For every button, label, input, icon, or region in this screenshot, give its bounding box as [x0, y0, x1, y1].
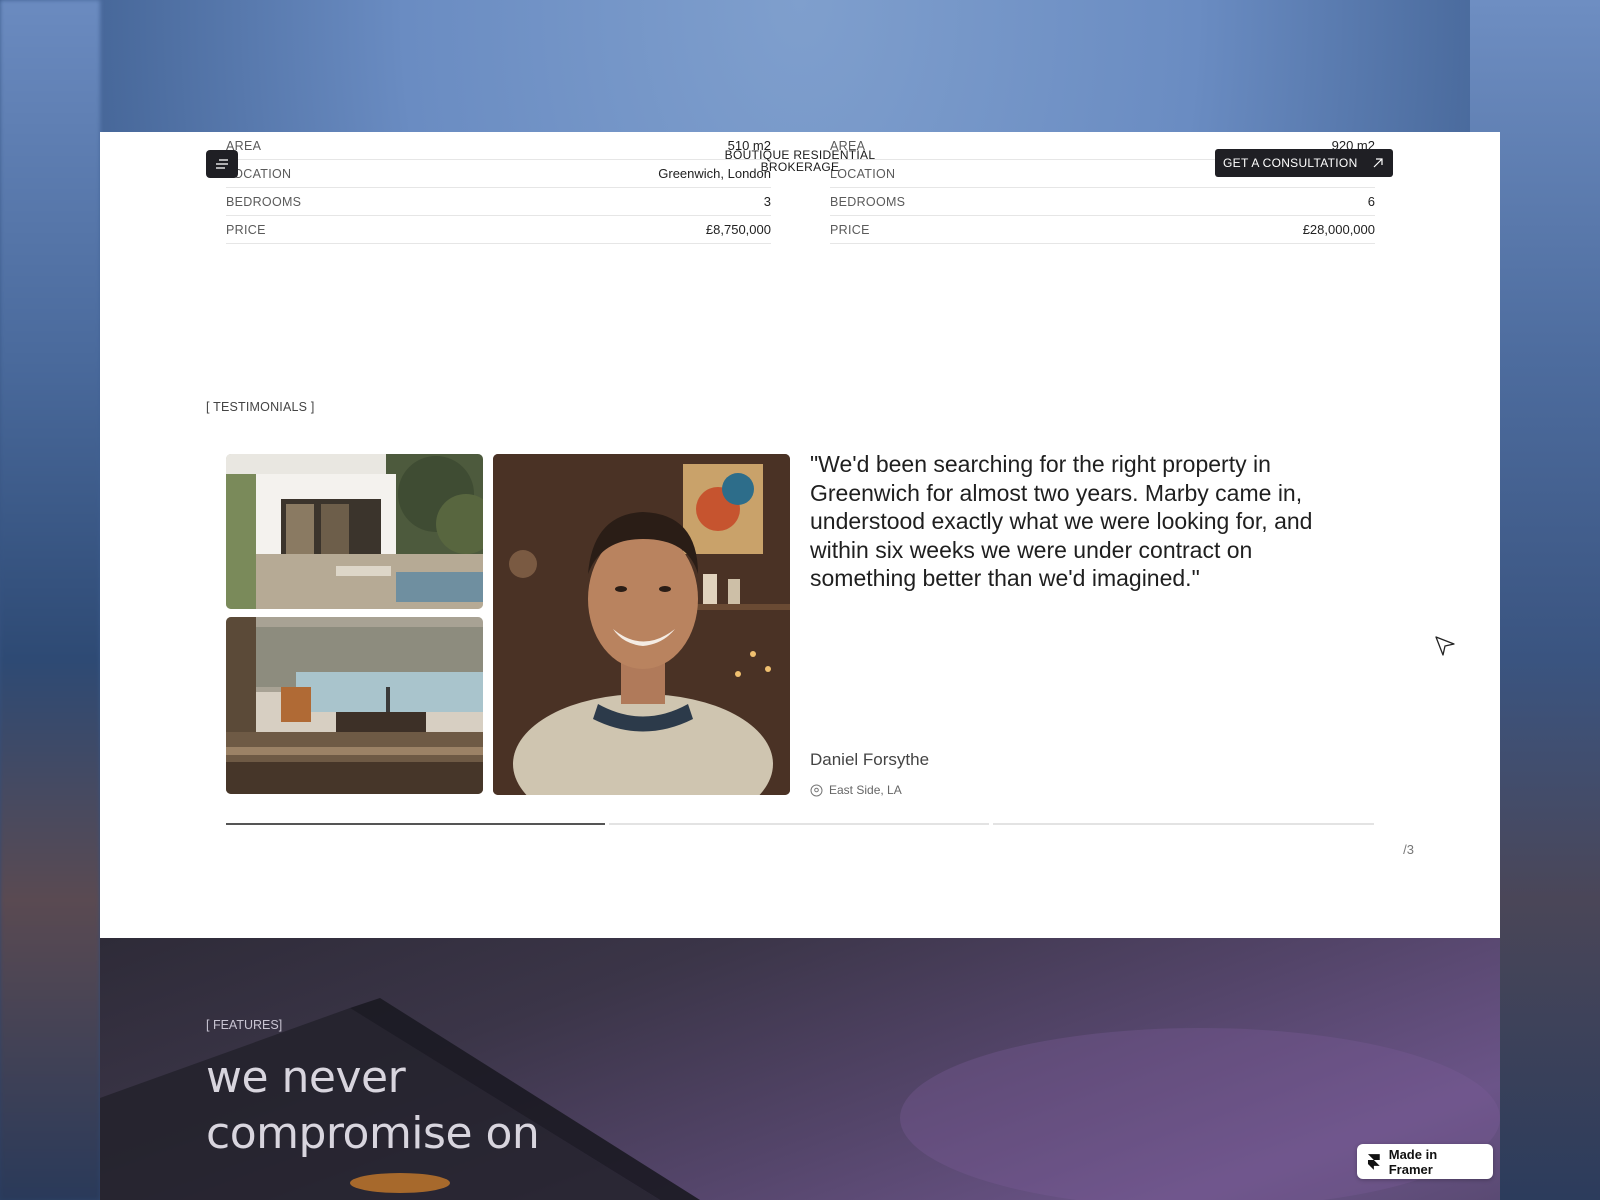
spec-value: £8,750,000 [705, 222, 771, 237]
spec-value: £28,000,000 [1302, 222, 1375, 237]
made-in-framer-badge[interactable]: Made in Framer [1357, 1144, 1493, 1179]
features-heading-line-1: we never [206, 1052, 406, 1103]
spec-key: BEDROOMS [830, 194, 906, 209]
testimonial-quote: "We'd been searching for the right prope… [810, 451, 1313, 591]
features-section: [ FEATURES] we never compromise on [100, 938, 1500, 1200]
features-heading-line-2: compromise on [206, 1108, 540, 1159]
mouse-cursor-icon [1435, 636, 1455, 656]
background-left [0, 0, 100, 1200]
spec-row-price: PRICE £8,750,000 [226, 216, 771, 244]
brand-logo[interactable]: BOUTIQUE RESIDENTIAL BROKERAGE [690, 149, 910, 173]
features-tag: [ FEATURES] [206, 1018, 283, 1032]
spec-row-bedrooms: BEDROOMS 6 [830, 188, 1375, 216]
testimonial-location: East Side, LA [810, 783, 902, 797]
browser-page: AREA 510 m2 LOCATION Greenwich, London B… [100, 132, 1500, 1200]
property-photo-exterior [226, 454, 483, 609]
spec-key: PRICE [830, 222, 870, 237]
spec-key: PRICE [226, 222, 266, 237]
badge-label: Made in Framer [1388, 1146, 1438, 1177]
spec-row-bedrooms: BEDROOMS 3 [226, 188, 771, 216]
slide-pager: /3 [1403, 842, 1414, 857]
location-text: East Side, LA [829, 783, 902, 797]
house-exterior-image [226, 454, 483, 609]
features-heading: we never compromise on [206, 1050, 540, 1162]
brand-line-2: BROKERAGE [760, 160, 840, 174]
property-photo-interior [226, 617, 483, 794]
testimonial-author: Daniel Forsythe [810, 750, 930, 769]
get-consultation-button[interactable]: GET A CONSULTATION [1215, 149, 1393, 177]
arrow-up-right-icon [1373, 158, 1383, 168]
menu-button[interactable] [206, 150, 238, 178]
client-portrait [493, 454, 790, 795]
slide-progress-3[interactable] [993, 823, 1374, 825]
slide-progress-1[interactable] [226, 823, 605, 825]
spec-row-price: PRICE £28,000,000 [830, 216, 1375, 244]
spec-key: BEDROOMS [226, 194, 302, 209]
cta-label: GET A CONSULTATION [1223, 156, 1358, 170]
client-portrait-image [493, 454, 790, 795]
testimonials-tag: [ TESTIMONIALS ] [206, 400, 315, 414]
menu-icon [216, 159, 228, 169]
spec-value: 6 [1367, 194, 1375, 209]
spec-value: 3 [763, 194, 771, 209]
framer-logo-icon [1367, 1153, 1380, 1170]
slide-progress-2[interactable] [609, 823, 989, 825]
location-pin-icon [810, 784, 823, 796]
living-room-image [226, 617, 483, 794]
